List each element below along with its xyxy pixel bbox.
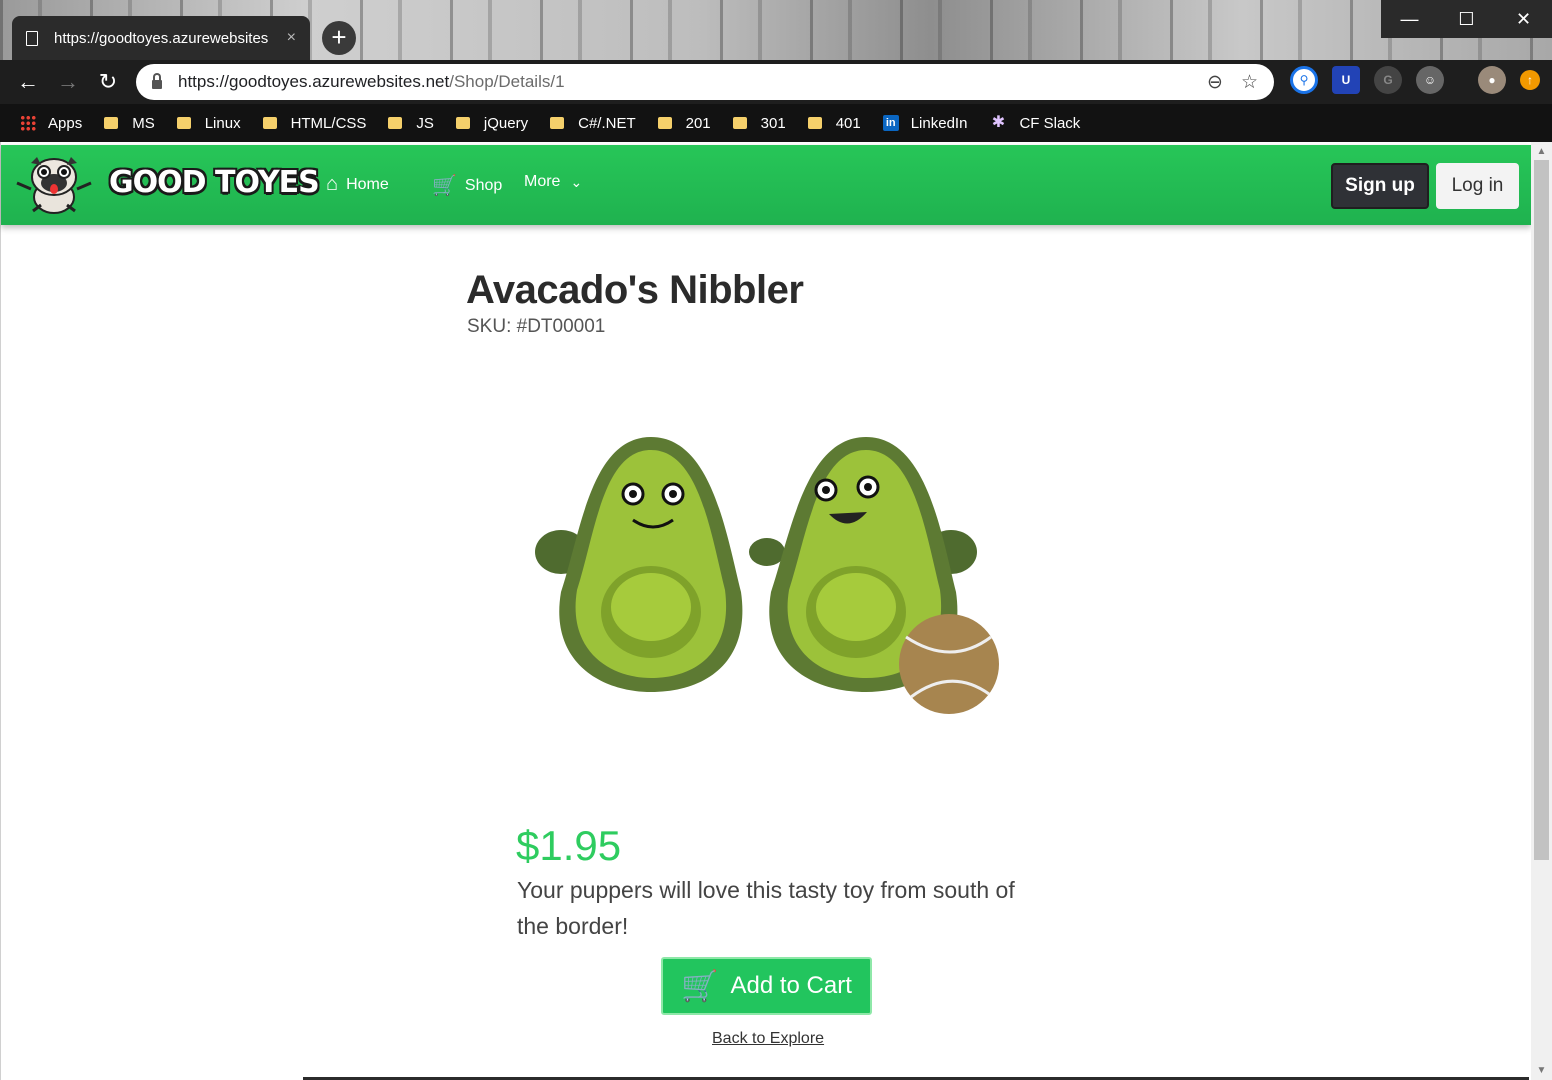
cart-icon: 🛒: [432, 175, 457, 197]
pug-logo-icon[interactable]: [13, 153, 95, 217]
zoom-icon[interactable]: ⊖: [1207, 71, 1223, 94]
apps-grid-icon: [20, 115, 36, 131]
tab-title: https://goodtoyes.azurewebsites: [54, 29, 269, 47]
bookmark-label: 401: [835, 114, 861, 132]
folder-icon: [455, 117, 470, 129]
browser-tab[interactable]: https://goodtoyes.azurewebsites ×: [12, 16, 310, 60]
bookmark-label: jQuery: [483, 114, 529, 132]
product-description: Your puppers will love this tasty toy fr…: [517, 877, 1015, 939]
window-controls: — ☐ ✕: [1381, 0, 1552, 38]
maximize-button[interactable]: ☐: [1438, 0, 1495, 38]
bookmark-apps[interactable]: Apps: [20, 115, 82, 132]
update-icon[interactable]: ↑: [1520, 70, 1540, 90]
nav-more-label: More: [524, 173, 561, 190]
url-host: https://goodtoyes.azurewebsites.net: [178, 72, 450, 91]
bookmark-label: HTML/CSS: [290, 114, 367, 132]
sign-up-button[interactable]: Sign up: [1331, 163, 1429, 209]
folder-icon: [550, 117, 565, 129]
site-navbar: GOOD TOYES ⌂ Home 🛒 Shop More ⌄ Sign up …: [1, 145, 1531, 225]
grammar-extension-icon[interactable]: G: [1374, 66, 1402, 94]
folder-icon: [807, 117, 822, 129]
bookmarks-bar: Apps MS Linux HTML/CSS JS jQuery C#/.NET…: [0, 104, 1552, 142]
bookmark-folder-301[interactable]: 301: [732, 114, 786, 132]
product-price: $1.95: [516, 822, 622, 869]
nav-home-label: Home: [346, 175, 389, 193]
folder-icon: [104, 117, 119, 129]
bookmark-linkedin[interactable]: in LinkedIn: [882, 114, 968, 132]
forward-button[interactable]: →: [48, 62, 88, 102]
bookmark-label: Apps: [48, 114, 83, 132]
product-title: Avacado's Nibbler: [466, 268, 804, 312]
extensions-area: ⚲ U G ☺ ● ↑: [1290, 66, 1540, 94]
nav-home[interactable]: ⌂ Home: [326, 173, 389, 196]
bookmark-cf-slack[interactable]: ✱ CF Slack: [989, 114, 1081, 132]
bookmark-label: 301: [760, 114, 786, 132]
chevron-down-icon: ⌄: [570, 173, 583, 190]
bookmark-folder-csharp[interactable]: C#/.NET: [550, 115, 636, 132]
add-to-cart-button[interactable]: 🛒 Add to Cart: [661, 957, 872, 1015]
linkedin-icon: in: [882, 115, 899, 131]
nav-more-dropdown[interactable]: More ⌄: [524, 173, 582, 191]
bookmark-folder-html-css[interactable]: HTML/CSS: [262, 114, 367, 132]
bookmark-folder-ms[interactable]: MS: [104, 115, 155, 132]
folder-icon: [657, 117, 672, 129]
ublock-extension-icon[interactable]: U: [1332, 66, 1360, 94]
close-window-button[interactable]: ✕: [1495, 0, 1552, 38]
folder-icon: [732, 117, 747, 129]
bookmark-label: JS: [416, 114, 434, 132]
lock-icon[interactable]: [152, 72, 162, 89]
bookmark-folder-js[interactable]: JS: [388, 115, 434, 132]
bookmark-folder-linux[interactable]: Linux: [176, 114, 241, 132]
ghost-extension-icon[interactable]: ☺: [1416, 66, 1444, 94]
browser-toolbar: ← → ↻ https://goodtoyes.azurewebsites.ne…: [0, 60, 1552, 104]
bookmark-label: C#/.NET: [578, 114, 636, 132]
site-brand[interactable]: GOOD TOYES: [109, 165, 320, 200]
scroll-up-icon[interactable]: ▲: [1531, 146, 1552, 157]
nav-shop-label: Shop: [464, 176, 503, 194]
back-button[interactable]: ←: [8, 62, 48, 102]
back-to-explore-link[interactable]: Back to Explore: [712, 1030, 824, 1048]
address-bar[interactable]: https://goodtoyes.azurewebsites.net/Shop…: [136, 64, 1274, 100]
minimize-button[interactable]: —: [1381, 0, 1438, 38]
bookmark-folder-401[interactable]: 401: [807, 114, 861, 132]
folder-icon: [176, 117, 191, 129]
bookmark-label: MS: [132, 114, 155, 132]
product-sku: SKU: #DT00001: [467, 316, 606, 337]
tab-close-icon[interactable]: ×: [287, 29, 296, 47]
browser-titlebar: https://goodtoyes.azurewebsites × + — ☐ …: [0, 0, 1552, 60]
cart-icon: 🛒: [681, 969, 719, 1003]
bookmark-label: LinkedIn: [910, 114, 968, 132]
bookmark-folder-201[interactable]: 201: [657, 114, 711, 132]
bookmark-label: 201: [685, 114, 711, 132]
scroll-down-icon[interactable]: ▼: [1531, 1065, 1552, 1076]
add-to-cart-label: Add to Cart: [730, 972, 852, 999]
page-viewport: GOOD TOYES ⌂ Home 🛒 Shop More ⌄ Sign up …: [0, 142, 1552, 1080]
url-path: /Shop/Details/1: [449, 72, 565, 91]
page-icon: [26, 30, 38, 46]
bookmark-label: CF Slack: [1019, 114, 1081, 132]
home-icon: ⌂: [326, 173, 339, 195]
nav-shop[interactable]: 🛒 Shop: [432, 173, 502, 198]
page-scrollbar[interactable]: ▲ ▼: [1531, 142, 1552, 1080]
bookmark-label: Linux: [204, 114, 241, 132]
reload-button[interactable]: ↻: [88, 62, 128, 102]
search-extension-icon[interactable]: ⚲: [1290, 66, 1318, 94]
folder-icon: [388, 117, 403, 129]
url-text[interactable]: https://goodtoyes.azurewebsites.net/Shop…: [178, 72, 1189, 92]
scrollbar-thumb[interactable]: [1534, 160, 1549, 860]
bookmark-folder-jquery[interactable]: jQuery: [455, 114, 529, 132]
log-in-button[interactable]: Log in: [1436, 163, 1519, 209]
folder-icon: [262, 117, 277, 129]
new-tab-button[interactable]: +: [322, 21, 356, 55]
bookmark-star-icon[interactable]: ☆: [1241, 71, 1258, 94]
profile-avatar[interactable]: ●: [1478, 66, 1506, 94]
slack-icon: ✱: [991, 114, 1006, 131]
product-image: [535, 437, 999, 714]
